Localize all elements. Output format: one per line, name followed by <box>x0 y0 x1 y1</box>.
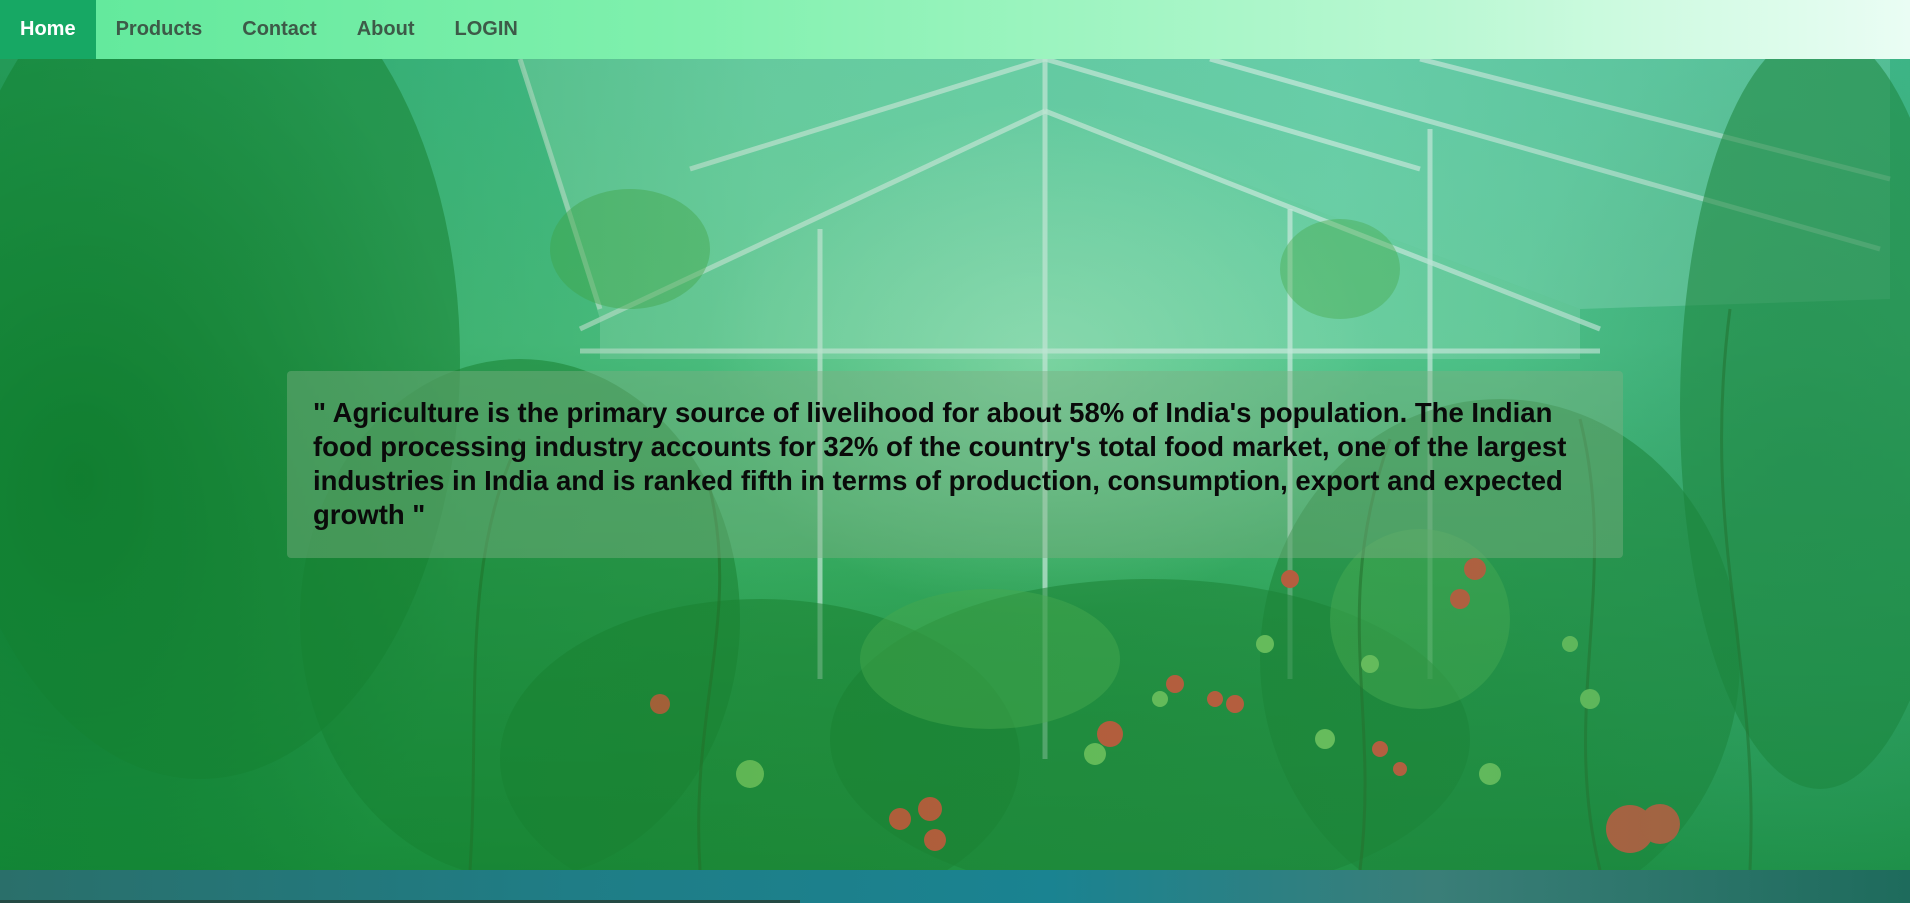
nav-item-label: About <box>356 18 415 40</box>
quote-box: " Agriculture is the primary source of l… <box>287 371 1623 558</box>
top-navbar: Home Products Contact About LOGIN <box>0 0 1910 59</box>
hero-quote-text: " Agriculture is the primary source of l… <box>313 397 1567 530</box>
nav-item-login[interactable]: LOGIN <box>434 0 537 59</box>
nav-item-label: Home <box>20 18 76 40</box>
nav-item-label: LOGIN <box>454 18 518 40</box>
nav-item-products[interactable]: Products <box>96 0 223 59</box>
nav-item-label: Contact <box>242 18 317 40</box>
nav-item-label: Products <box>115 18 203 40</box>
next-section-preview <box>0 870 1910 903</box>
nav-item-home[interactable]: Home <box>0 0 96 59</box>
nav-item-contact[interactable]: Contact <box>222 0 336 59</box>
page: Home Products Contact About LOGIN " Agri… <box>0 0 1910 903</box>
nav-item-about[interactable]: About <box>337 0 435 59</box>
hero-section: " Agriculture is the primary source of l… <box>0 59 1910 870</box>
